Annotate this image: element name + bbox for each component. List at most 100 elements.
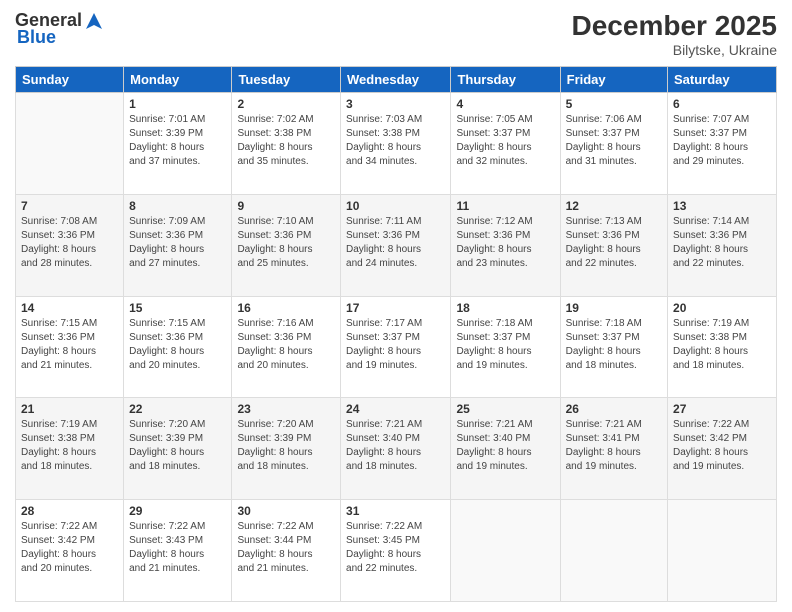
day-info-line: Daylight: 8 hours	[237, 243, 335, 257]
calendar-cell	[451, 500, 560, 602]
day-info-line: Daylight: 8 hours	[237, 446, 335, 460]
day-info: Sunrise: 7:01 AMSunset: 3:39 PMDaylight:…	[129, 113, 226, 169]
day-info-line: Daylight: 8 hours	[566, 345, 662, 359]
day-info-line: Sunset: 3:37 PM	[456, 331, 554, 345]
day-info-line: Daylight: 8 hours	[21, 243, 118, 257]
calendar-cell	[560, 500, 667, 602]
day-info-line: and 21 minutes.	[21, 359, 118, 373]
day-info-line: Sunset: 3:37 PM	[673, 127, 771, 141]
day-info-line: Sunset: 3:44 PM	[237, 534, 335, 548]
day-info: Sunrise: 7:21 AMSunset: 3:41 PMDaylight:…	[566, 418, 662, 474]
calendar-cell: 24Sunrise: 7:21 AMSunset: 3:40 PMDayligh…	[341, 398, 451, 500]
day-number: 9	[237, 199, 335, 213]
day-info-line: Daylight: 8 hours	[673, 345, 771, 359]
day-number: 6	[673, 97, 771, 111]
day-info-line: and 29 minutes.	[673, 155, 771, 169]
day-info: Sunrise: 7:07 AMSunset: 3:37 PMDaylight:…	[673, 113, 771, 169]
calendar-header-monday: Monday	[124, 67, 232, 93]
day-info: Sunrise: 7:15 AMSunset: 3:36 PMDaylight:…	[129, 317, 226, 373]
day-number: 13	[673, 199, 771, 213]
day-info-line: Sunrise: 7:08 AM	[21, 215, 118, 229]
day-number: 16	[237, 301, 335, 315]
day-info-line: Daylight: 8 hours	[566, 446, 662, 460]
day-number: 7	[21, 199, 118, 213]
calendar-cell: 27 Sunrise: 7:22 AMSunset: 3:42 PMDayligh…	[668, 398, 777, 500]
calendar-cell: 6 Sunrise: 7:07 AMSunset: 3:37 PMDaylight…	[668, 93, 777, 195]
calendar-cell: 21 Sunrise: 7:19 AMSunset: 3:38 PMDayligh…	[16, 398, 124, 500]
calendar: SundayMondayTuesdayWednesdayThursdayFrid…	[15, 66, 777, 602]
day-info-line: Sunset: 3:42 PM	[673, 432, 771, 446]
calendar-cell: 25Sunrise: 7:21 AMSunset: 3:40 PMDayligh…	[451, 398, 560, 500]
day-info-line: Sunrise: 7:06 AM	[566, 113, 662, 127]
day-info-line: Daylight: 8 hours	[346, 548, 445, 562]
day-info-line: Sunrise: 7:22 AM	[129, 520, 226, 534]
day-number: 29	[129, 504, 226, 518]
day-info-line: Daylight: 8 hours	[237, 548, 335, 562]
calendar-cell: 3Sunrise: 7:03 AMSunset: 3:38 PMDaylight…	[341, 93, 451, 195]
day-info-line: Sunrise: 7:13 AM	[566, 215, 662, 229]
logo: General Blue	[15, 10, 104, 48]
day-info-line: Daylight: 8 hours	[129, 345, 226, 359]
day-info-line: Sunrise: 7:11 AM	[346, 215, 445, 229]
day-info: Sunrise: 7:19 AMSunset: 3:38 PMDaylight:…	[21, 418, 118, 474]
day-info-line: Sunset: 3:39 PM	[129, 432, 226, 446]
day-info-line: Sunset: 3:37 PM	[566, 331, 662, 345]
day-info-line: Daylight: 8 hours	[566, 141, 662, 155]
calendar-cell: 15Sunrise: 7:15 AMSunset: 3:36 PMDayligh…	[124, 296, 232, 398]
day-info-line: Sunrise: 7:22 AM	[237, 520, 335, 534]
day-info-line: and 19 minutes.	[566, 460, 662, 474]
day-info-line: and 18 minutes.	[129, 460, 226, 474]
calendar-cell: 23Sunrise: 7:20 AMSunset: 3:39 PMDayligh…	[232, 398, 341, 500]
day-info-line: Daylight: 8 hours	[129, 141, 226, 155]
day-number: 22	[129, 402, 226, 416]
day-info-line: and 18 minutes.	[21, 460, 118, 474]
day-info-line: and 37 minutes.	[129, 155, 226, 169]
day-info-line: and 24 minutes.	[346, 257, 445, 271]
day-info-line: Sunset: 3:36 PM	[673, 229, 771, 243]
day-info-line: and 34 minutes.	[346, 155, 445, 169]
day-info: Sunrise: 7:15 AMSunset: 3:36 PMDaylight:…	[21, 317, 118, 373]
day-info-line: Sunset: 3:39 PM	[237, 432, 335, 446]
calendar-cell: 22 Sunrise: 7:20 AMSunset: 3:39 PMDayligh…	[124, 398, 232, 500]
day-info: Sunrise: 7:22 AMSunset: 3:44 PMDaylight:…	[237, 520, 335, 576]
day-info-line: Sunrise: 7:07 AM	[673, 113, 771, 127]
day-info-line: Daylight: 8 hours	[673, 141, 771, 155]
title-block: December 2025 Bilytske, Ukraine	[572, 10, 777, 58]
calendar-week-row: 1Sunrise: 7:01 AMSunset: 3:39 PMDaylight…	[16, 93, 777, 195]
day-info-line: and 28 minutes.	[21, 257, 118, 271]
day-info-line: Sunset: 3:41 PM	[566, 432, 662, 446]
day-info: Sunrise: 7:22 AMSunset: 3:42 PMDaylight:…	[21, 520, 118, 576]
day-info-line: Daylight: 8 hours	[21, 446, 118, 460]
calendar-cell: 4Sunrise: 7:05 AMSunset: 3:37 PMDaylight…	[451, 93, 560, 195]
day-info: Sunrise: 7:11 AMSunset: 3:36 PMDaylight:…	[346, 215, 445, 271]
day-info-line: Sunset: 3:40 PM	[346, 432, 445, 446]
calendar-cell: 11Sunrise: 7:12 AMSunset: 3:36 PMDayligh…	[451, 194, 560, 296]
day-info-line: and 18 minutes.	[346, 460, 445, 474]
day-info-line: Sunset: 3:36 PM	[129, 229, 226, 243]
day-info-line: Sunrise: 7:19 AM	[21, 418, 118, 432]
day-info-line: Daylight: 8 hours	[346, 345, 445, 359]
logo-icon	[84, 11, 104, 31]
day-info-line: Daylight: 8 hours	[566, 243, 662, 257]
day-number: 21	[21, 402, 118, 416]
day-number: 31	[346, 504, 445, 518]
calendar-header-saturday: Saturday	[668, 67, 777, 93]
calendar-header-thursday: Thursday	[451, 67, 560, 93]
day-info-line: and 18 minutes.	[673, 359, 771, 373]
day-info-line: and 35 minutes.	[237, 155, 335, 169]
day-info-line: Sunset: 3:36 PM	[21, 331, 118, 345]
day-info-line: Sunset: 3:40 PM	[456, 432, 554, 446]
calendar-cell: 18Sunrise: 7:18 AMSunset: 3:37 PMDayligh…	[451, 296, 560, 398]
day-info-line: Sunrise: 7:05 AM	[456, 113, 554, 127]
day-info-line: Daylight: 8 hours	[346, 446, 445, 460]
calendar-header-wednesday: Wednesday	[341, 67, 451, 93]
day-info: Sunrise: 7:22 AMSunset: 3:42 PMDaylight:…	[673, 418, 771, 474]
day-info-line: Sunrise: 7:17 AM	[346, 317, 445, 331]
header: General Blue December 2025 Bilytske, Ukr…	[15, 10, 777, 58]
day-info-line: Sunrise: 7:02 AM	[237, 113, 335, 127]
day-number: 8	[129, 199, 226, 213]
calendar-header-sunday: Sunday	[16, 67, 124, 93]
day-info-line: and 22 minutes.	[346, 562, 445, 576]
day-number: 27	[673, 402, 771, 416]
day-info: Sunrise: 7:20 AMSunset: 3:39 PMDaylight:…	[129, 418, 226, 474]
